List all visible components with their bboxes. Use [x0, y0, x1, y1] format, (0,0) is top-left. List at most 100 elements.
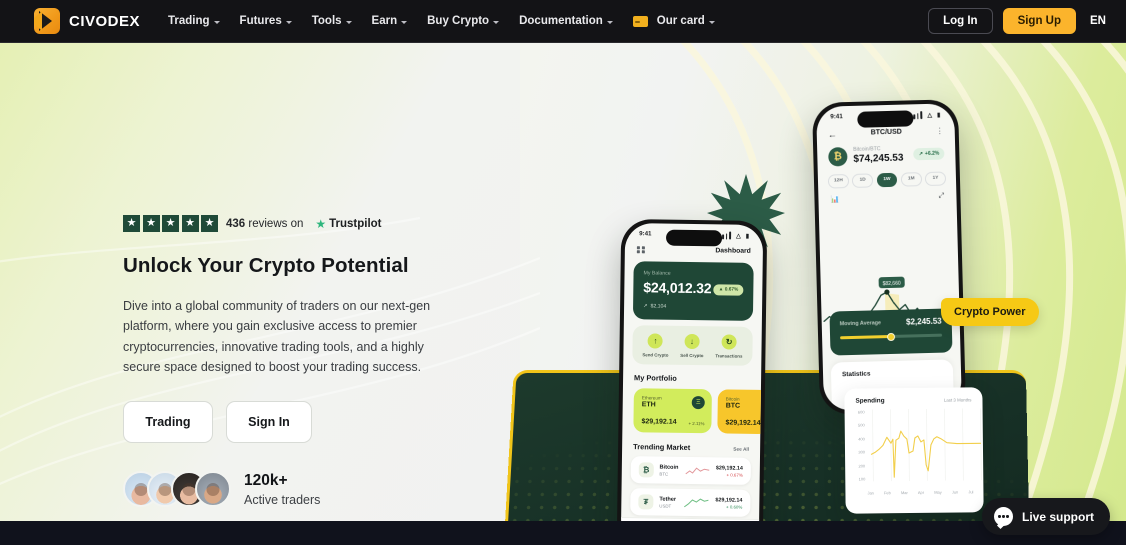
portfolio-card-eth[interactable]: Ξ Ethereum ETH $29,192.14 + 2.11% [633, 388, 712, 434]
brand-name: CIVODEX [69, 12, 141, 30]
nav-item-futures[interactable]: Futures [240, 15, 292, 27]
sell-icon: ↓ [684, 333, 700, 350]
send-icon: ↑ [647, 333, 664, 349]
dashboard-title: Dashboard [715, 247, 751, 255]
y-tick: 500 [858, 422, 865, 428]
chevron-down-icon [213, 20, 220, 24]
slider-knob[interactable] [886, 332, 896, 341]
btc-icon: ₿ [638, 462, 654, 478]
nav-item-earn[interactable]: Earn [372, 15, 408, 27]
coin-name: Bitcoin [725, 396, 740, 402]
x-tick: Mar [900, 490, 908, 496]
chevron-down-icon [345, 20, 352, 24]
arrow-left-icon[interactable]: ← [828, 129, 837, 139]
coin-symbol: BTC [725, 402, 741, 410]
portfolio-card-btc[interactable]: Bitcoin BTC $29,192.14 [717, 389, 764, 435]
trend-up-icon: ↗ [918, 151, 924, 158]
brand-logo[interactable]: CIVODEX [34, 8, 140, 34]
x-tick: May [934, 489, 942, 495]
traders-info: 120k+ Active traders [244, 472, 320, 507]
action-sell-crypto[interactable]: ↓ Sell Crypto [680, 333, 704, 358]
balance-card: My Balance $24,012.32 ▲ 0.67% ↗ $2,104 [632, 261, 754, 321]
nav-label-documentation: Documentation [519, 15, 603, 27]
trustpilot-brand[interactable]: ★ Trustpilot [315, 217, 381, 231]
transactions-icon: ↻ [721, 334, 737, 350]
trending-row-tether[interactable]: ₮ Tether USDT $29,192.14 + 0.60% [630, 488, 751, 517]
kebab-menu-icon[interactable]: ⋮ [936, 127, 944, 136]
signup-button[interactable]: Sign Up [1002, 8, 1077, 34]
trading-button[interactable]: Trading [123, 401, 213, 443]
moving-average-value: $2,245.53 [905, 316, 942, 327]
coin-info: Bitcoin BTC [659, 464, 678, 476]
status-icons: △ ▮ [910, 111, 940, 119]
coin-change: + 2.11% [688, 421, 705, 427]
x-tick: Jan [867, 490, 874, 496]
status-time: 9:41 [830, 113, 843, 121]
active-traders: 120k+ Active traders [123, 471, 523, 507]
nav-label-buy-crypto: Buy Crypto [427, 15, 490, 27]
y-tick: 600 [857, 409, 865, 415]
timeframe-1w[interactable]: 1W [876, 172, 898, 187]
chat-bubble-icon [993, 507, 1013, 526]
page-title: Unlock Your Crypto Potential [123, 254, 409, 277]
trending-row-bitcoin[interactable]: ₿ Bitcoin BTC $29,192.14 + 0.67% [630, 456, 751, 485]
grid-menu-icon[interactable] [636, 245, 645, 254]
see-all-link[interactable]: See All [733, 448, 749, 453]
star-icon: ★ [162, 215, 179, 232]
footer-strip [0, 521, 1126, 545]
trustpilot-rating[interactable]: ★ ★ ★ ★ ★ 436 reviews on ★ Trustpilot [123, 215, 523, 232]
landing-page: CIVODEX Trading Futures Tools Earn Buy C… [0, 0, 1126, 545]
balance-label: My Balance [643, 270, 671, 277]
login-button[interactable]: Log In [928, 8, 993, 34]
trending-title: Trending Market [633, 442, 691, 453]
action-send-crypto[interactable]: ↑ Send Crypto [642, 333, 669, 358]
nav-item-our-card[interactable]: Our card [632, 15, 715, 27]
balance-sub-value: $2,104 [650, 303, 667, 310]
star-icon: ★ [123, 215, 140, 232]
nav-item-trading[interactable]: Trading [168, 15, 220, 27]
timeframe-1y[interactable]: 1Y [924, 170, 947, 186]
coin-price: $29,192.14 [725, 419, 761, 428]
coin-change: + 0.60% [726, 504, 743, 510]
signin-button[interactable]: Sign In [226, 401, 312, 443]
chevron-down-icon [285, 20, 292, 24]
coin-symbol: BTC [659, 471, 669, 477]
traders-count: 120k+ [244, 471, 288, 489]
phone-front-screen: 9:41 △ ▮ Dashboard My Balance $24,012.32… [620, 223, 764, 521]
nav-item-tools[interactable]: Tools [312, 15, 352, 27]
y-tick: 400 [858, 436, 865, 442]
action-transactions[interactable]: ↻ Transactions [715, 334, 743, 359]
moving-average-slider[interactable] [840, 332, 943, 341]
civodex-logo-icon [34, 8, 60, 34]
bar-chart-icon[interactable]: 📊 [830, 195, 839, 203]
live-support-label: Live support [1021, 509, 1094, 524]
credit-card-icon [632, 15, 648, 27]
nav-item-buy-crypto[interactable]: Buy Crypto [427, 15, 500, 27]
timeframe-1m[interactable]: 1M [900, 171, 922, 187]
nav-actions: Log In Sign Up EN [928, 8, 1106, 34]
action-label: Send Crypto [642, 352, 669, 358]
y-tick: 200 [858, 463, 866, 469]
action-label: Transactions [715, 353, 743, 359]
phone-mockup-back: 9:41 △ ▮ ← BTC/USD ⋮ ₿ Bitcoin/BTC $74,2… [811, 99, 967, 415]
coin-info: Tether USDT [659, 496, 676, 508]
coin-price: $29,192.14 [715, 464, 743, 472]
price-row: ₿ Bitcoin/BTC $74,245.53 ↗ +6.2% [817, 136, 956, 167]
chevron-down-icon [493, 20, 500, 24]
sparkline-down [685, 467, 709, 474]
expand-icon[interactable]: ⤢ [939, 192, 945, 200]
timeframe-1d[interactable]: 1D [852, 172, 874, 188]
live-support-button[interactable]: Live support [981, 498, 1110, 535]
top-navbar: CIVODEX Trading Futures Tools Earn Buy C… [0, 0, 1126, 43]
timeframe-12h[interactable]: 12H [827, 173, 849, 189]
statistics-title: Statistics [841, 370, 871, 379]
y-tick: 300 [858, 449, 866, 455]
trending-header: Trending Market See All [633, 442, 749, 453]
coin-name: Bitcoin [659, 464, 679, 471]
status-time: 9:41 [639, 230, 652, 238]
portfolio-list: Ξ Ethereum ETH $29,192.14 + 2.11% Bitcoi… [633, 388, 764, 435]
nav-item-documentation[interactable]: Documentation [519, 15, 613, 27]
star-icon: ★ [142, 215, 160, 232]
language-selector[interactable]: EN [1086, 15, 1106, 27]
reviews-on-label: reviews on [248, 217, 304, 230]
